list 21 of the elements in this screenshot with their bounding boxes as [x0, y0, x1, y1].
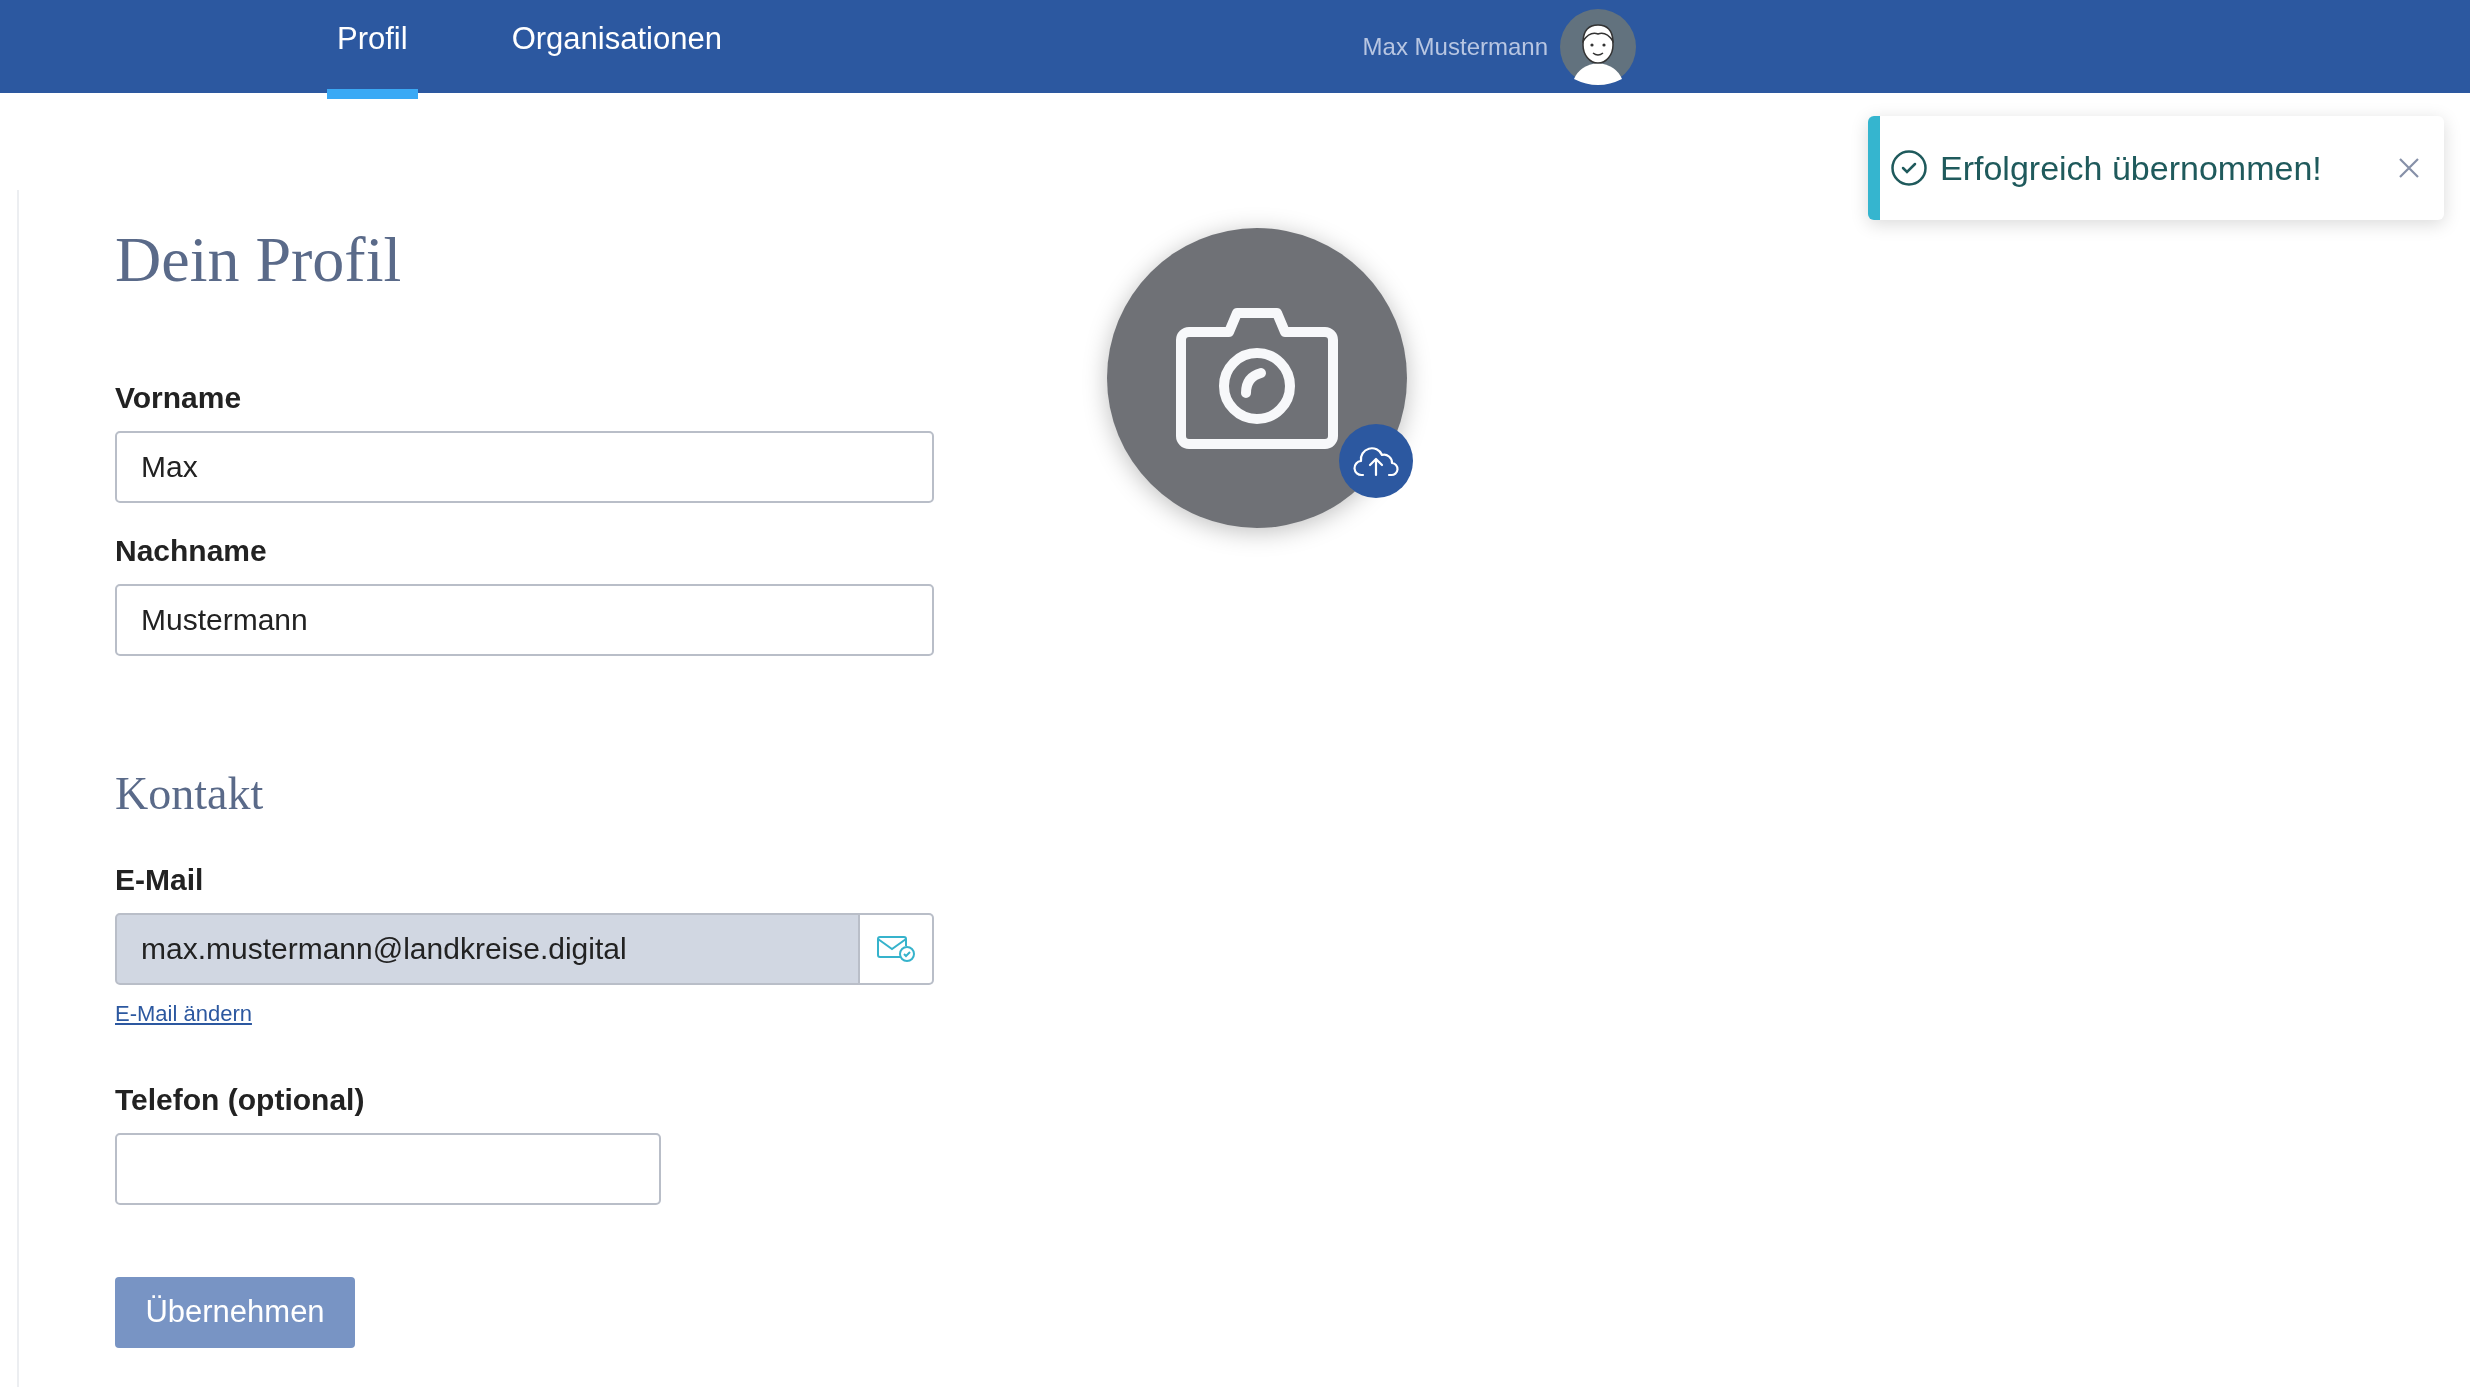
nav-tab[interactable]: Profil: [327, 0, 418, 99]
field-label: Nachname: [115, 533, 268, 569]
close-icon[interactable]: [2398, 157, 2420, 179]
user-avatar-icon[interactable]: [1560, 8, 1636, 85]
camera-icon: [1175, 307, 1339, 449]
email-input[interactable]: max.mustermann@landkreise.digital: [115, 913, 860, 985]
field-label: E-Mail: [115, 862, 205, 898]
toast-message: Erfolgreich übernommen!: [1940, 147, 2322, 189]
upload-badge[interactable]: [1339, 424, 1413, 498]
text-input[interactable]: Mustermann: [115, 584, 934, 656]
text-input[interactable]: Max: [115, 431, 934, 503]
change-email-link[interactable]: E-Mail ändern: [115, 997, 252, 1030]
text-input[interactable]: [115, 1133, 661, 1205]
section-title: Kontakt: [115, 767, 265, 821]
check-circle-icon: [1890, 149, 1928, 187]
field-label: Telefon (optional): [115, 1082, 366, 1118]
page-title: Dein Profil: [115, 223, 403, 297]
user-name[interactable]: Max Mustermann: [1362, 28, 1548, 65]
nav-tab[interactable]: Organisationen: [501, 0, 732, 99]
field-label: Vorname: [115, 380, 243, 416]
cloud-upload-icon: [1353, 444, 1399, 478]
